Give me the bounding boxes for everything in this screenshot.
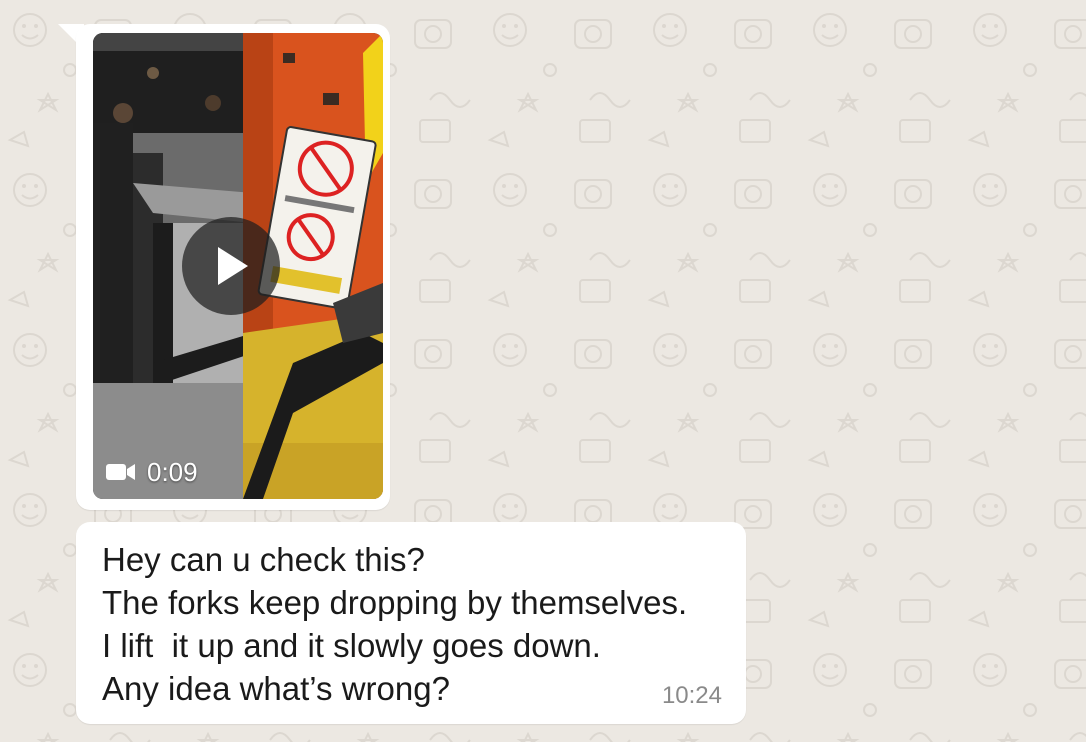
video-duration-overlay: 0:09	[106, 456, 198, 487]
message-timestamp: 10:24	[661, 682, 722, 709]
message-line: The forks keep dropping by themselves.	[102, 584, 688, 621]
message-text: Hey can u check this? The forks keep dro…	[102, 538, 687, 710]
video-camera-icon	[106, 464, 135, 480]
message-line: Any idea what’s wrong?	[102, 670, 450, 707]
text-message-bubble[interactable]: Hey can u check this? The forks keep dro…	[76, 522, 746, 724]
video-duration: 0:09	[147, 456, 198, 487]
message-line: Hey can u check this?	[102, 541, 425, 578]
video-thumbnail[interactable]: 0:09	[93, 33, 383, 499]
message-line: I lift it up and it slowly goes down.	[102, 627, 601, 664]
play-button[interactable]	[182, 217, 280, 315]
video-message-bubble[interactable]: 0:09	[76, 24, 390, 510]
play-icon	[218, 247, 248, 285]
